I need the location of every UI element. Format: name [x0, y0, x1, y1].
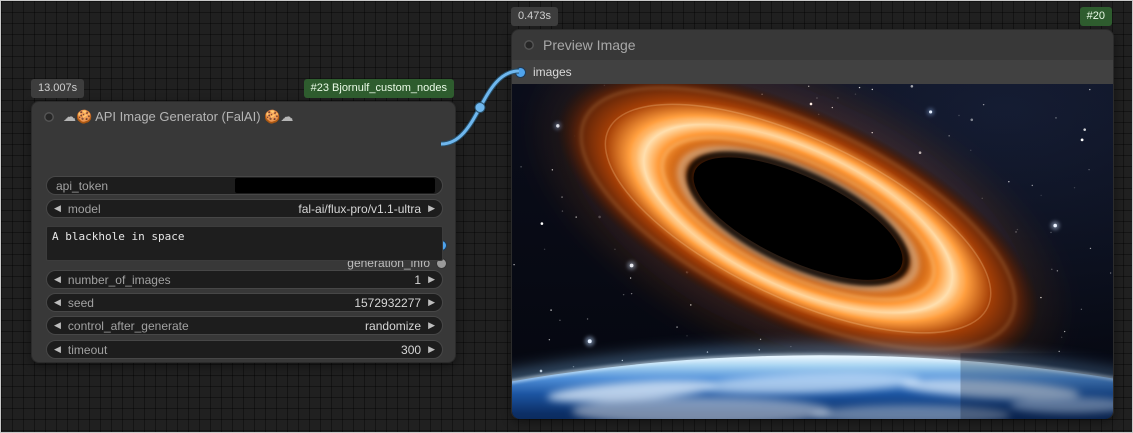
- execution-time-badge: 13.007s: [31, 79, 84, 98]
- input-slot-images[interactable]: images: [512, 60, 1113, 84]
- node-title: Preview Image: [543, 37, 636, 53]
- increment-arrow-icon[interactable]: ▶: [428, 275, 435, 284]
- number-of-images-widget[interactable]: ◀ number_of_images 1 ▶: [46, 270, 443, 289]
- api-image-generator-node[interactable]: ☁🍪 API Image Generator (FalAI) 🍪☁ image …: [31, 101, 456, 363]
- decrement-arrow-icon[interactable]: ◀: [54, 345, 61, 354]
- input-port-images[interactable]: [516, 68, 525, 77]
- widget-label: timeout: [68, 343, 107, 357]
- widget-value: 1: [414, 273, 421, 287]
- node-id-badge: #20: [1080, 7, 1112, 26]
- widget-label: control_after_generate: [68, 319, 189, 333]
- widget-value: randomize: [365, 319, 421, 333]
- increment-arrow-icon[interactable]: ▶: [428, 298, 435, 307]
- increment-arrow-icon[interactable]: ▶: [428, 345, 435, 354]
- control-after-generate-widget[interactable]: ◀ control_after_generate randomize ▶: [46, 316, 443, 335]
- api-token-widget[interactable]: api_token: [46, 176, 443, 195]
- decrement-arrow-icon[interactable]: ◀: [54, 275, 61, 284]
- widget-label: model: [68, 202, 101, 216]
- timeout-widget[interactable]: ◀ timeout 300 ▶: [46, 340, 443, 359]
- execution-time-badge: 0.473s: [511, 7, 558, 26]
- widget-value: 1572932277: [354, 296, 421, 310]
- decrement-arrow-icon[interactable]: ◀: [54, 321, 61, 330]
- widget-label: number_of_images: [68, 273, 171, 287]
- prompt-textarea[interactable]: A blackhole in space: [46, 226, 443, 261]
- widget-label: seed: [68, 296, 94, 310]
- model-widget[interactable]: ◀ model fal-ai/flux-pro/v1.1-ultra ▶: [46, 199, 443, 218]
- decrement-arrow-icon[interactable]: ◀: [54, 204, 61, 213]
- api-token-masked-value: [235, 178, 435, 193]
- collapse-dot-icon[interactable]: [524, 40, 534, 50]
- widget-value: fal-ai/flux-pro/v1.1-ultra: [298, 202, 421, 216]
- input-label: images: [533, 65, 572, 79]
- widget-label: api_token: [56, 179, 108, 193]
- node-title-bar[interactable]: ☁🍪 API Image Generator (FalAI) 🍪☁: [32, 102, 455, 132]
- increment-arrow-icon[interactable]: ▶: [428, 204, 435, 213]
- seed-widget[interactable]: ◀ seed 1572932277 ▶: [46, 293, 443, 312]
- widget-value: 300: [401, 343, 421, 357]
- collapse-dot-icon[interactable]: [44, 112, 54, 122]
- preview-image: [512, 84, 1113, 419]
- earth: [512, 353, 1113, 419]
- link-midpoint-dot: [475, 103, 485, 113]
- node-title: ☁🍪 API Image Generator (FalAI) 🍪☁: [63, 109, 293, 125]
- preview-image-container: [512, 84, 1113, 419]
- node-id-badge: #23 Bjornulf_custom_nodes: [304, 79, 454, 98]
- node-title-bar[interactable]: Preview Image: [512, 30, 1113, 60]
- preview-image-node[interactable]: Preview Image images: [511, 29, 1114, 419]
- increment-arrow-icon[interactable]: ▶: [428, 321, 435, 330]
- decrement-arrow-icon[interactable]: ◀: [54, 298, 61, 307]
- node-editor-canvas[interactable]: 13.007s #23 Bjornulf_custom_nodes 0.473s…: [0, 0, 1133, 433]
